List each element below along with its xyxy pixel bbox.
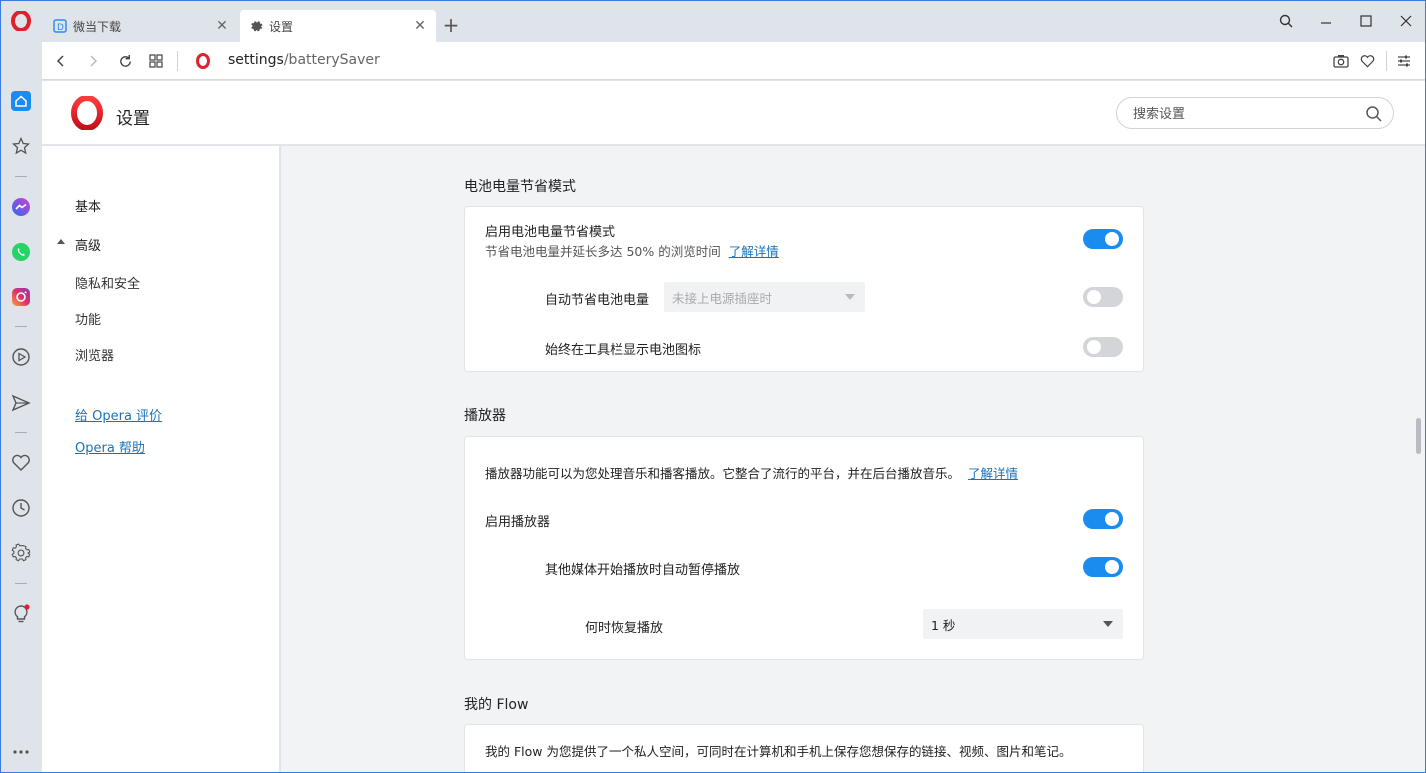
title-bar: D 微当下载 ✕ 设置 ✕ + [0,0,1426,42]
page-title: 设置 [116,109,150,129]
lightbulb-icon[interactable] [8,601,34,627]
auto-battery-toggle[interactable] [1083,287,1123,307]
player-icon[interactable] [8,344,34,370]
scrollbar-thumb[interactable] [1416,418,1421,454]
address-bar: settings/batterySaver [42,42,1426,80]
site-favicon-icon: D [52,18,68,34]
settings-nav: 基本 高级 隐私和安全 功能 浏览器 给 Opera 评价 Opera 帮助 [42,146,280,773]
heart-icon[interactable] [8,450,34,476]
search-input[interactable] [1133,104,1353,124]
auto-battery-select[interactable]: 未接上电源插座时 [664,282,865,312]
bookmarks-icon[interactable] [8,133,34,159]
auto-pause-toggle[interactable] [1083,557,1123,577]
battery-icon-toggle[interactable] [1083,337,1123,357]
divider [1386,51,1387,71]
collapse-icon[interactable] [57,239,65,244]
section-title: 电池电量节省模式 [464,179,576,195]
url-host: settings [228,52,284,68]
divider [177,51,178,71]
close-tab-icon[interactable]: ✕ [214,18,230,34]
opera-menu-icon[interactable] [11,10,31,32]
player-card: 播放器功能可以为您处理音乐和播客播放。它整合了流行的平台，并在后台播放音乐。 了解… [464,436,1144,660]
url-path: /batterySaver [283,52,380,68]
search-icon[interactable] [1365,105,1383,123]
close-tab-icon[interactable]: ✕ [412,18,428,34]
search-tabs-icon[interactable] [1266,0,1306,42]
setting-label: 启用电池电量节省模式 [485,225,616,240]
back-icon[interactable] [50,50,72,72]
opera-help-link[interactable]: Opera 帮助 [75,437,145,456]
tab-label: 设置 [269,19,294,34]
battery-saver-toggle[interactable] [1083,229,1123,249]
resume-delay-select[interactable]: 1 秒 [923,609,1123,639]
maximize-button[interactable] [1346,0,1386,42]
url-field[interactable]: settings/batterySaver [228,52,380,68]
player-toggle[interactable] [1083,509,1123,529]
learn-more-link[interactable]: 了解详情 [968,466,1018,481]
tab-settings[interactable]: 设置 ✕ [240,10,436,42]
setting-label: 其他媒体开始播放时自动暂停播放 [545,563,741,578]
instagram-icon[interactable] [8,284,34,310]
reload-icon[interactable] [114,50,136,72]
sidebar [0,80,42,773]
setting-label: 何时恢复播放 [585,621,664,636]
settings-icon[interactable] [8,540,34,566]
nav-privacy[interactable]: 隐私和安全 [75,273,140,292]
search-settings[interactable] [1116,97,1394,129]
section-title: 我的 Flow [464,697,529,713]
setting-description: 我的 Flow 为您提供了一个私人空间，可同时在计算机和手机上保存您想保存的链接… [485,744,1072,759]
nav-features[interactable]: 功能 [75,309,101,328]
tab-label: 微当下载 [73,19,122,34]
nav-advanced[interactable]: 高级 [75,235,101,254]
heart-icon[interactable] [1356,50,1378,72]
setting-label: 自动节省电池电量 [545,293,650,308]
flow-send-icon[interactable] [8,390,34,416]
scrollbar[interactable] [1411,146,1426,773]
close-window-button[interactable] [1386,0,1426,42]
more-icon[interactable] [8,739,34,765]
settings-content: 电池电量节省模式 启用电池电量节省模式 节省电池电量并延长多达 50% 的浏览时… [281,146,1411,773]
nav-basic[interactable]: 基本 [75,196,101,215]
forward-icon[interactable] [82,50,104,72]
opera-logo [70,95,104,131]
setting-label: 始终在工具栏显示电池图标 [545,343,702,358]
flow-card: 我的 Flow 为您提供了一个私人空间，可同时在计算机和手机上保存您想保存的链接… [464,724,1144,773]
section-title: 播放器 [464,408,506,424]
chevron-down-icon [845,294,855,300]
messenger-icon[interactable] [8,194,34,220]
rate-opera-link[interactable]: 给 Opera 评价 [75,405,162,424]
speed-dial-icon[interactable] [145,50,167,72]
battery-saver-card: 启用电池电量节省模式 节省电池电量并延长多达 50% 的浏览时间 了解详情 自动节… [464,206,1144,372]
tab-weidown[interactable]: D 微当下载 ✕ [44,10,238,42]
easy-setup-icon[interactable] [1393,50,1415,72]
setting-description: 播放器功能可以为您处理音乐和播客播放。它整合了流行的平台，并在后台播放音乐。 了解… [485,466,1019,481]
gear-icon [248,18,264,34]
chevron-down-icon [1103,621,1113,627]
nav-browser[interactable]: 浏览器 [75,345,114,364]
camera-icon[interactable] [1330,50,1352,72]
home-icon[interactable] [8,88,34,114]
opera-page-icon [195,53,211,69]
minimize-button[interactable] [1306,0,1346,42]
setting-description: 节省电池电量并延长多达 50% 的浏览时间 了解详情 [485,244,779,259]
learn-more-link[interactable]: 了解详情 [729,244,779,259]
svg-text:D: D [57,23,64,33]
history-icon[interactable] [8,495,34,521]
whatsapp-icon[interactable] [8,239,34,265]
new-tab-button[interactable]: + [440,13,462,37]
settings-header: 设置 [42,81,1426,145]
setting-label: 启用播放器 [485,515,551,530]
